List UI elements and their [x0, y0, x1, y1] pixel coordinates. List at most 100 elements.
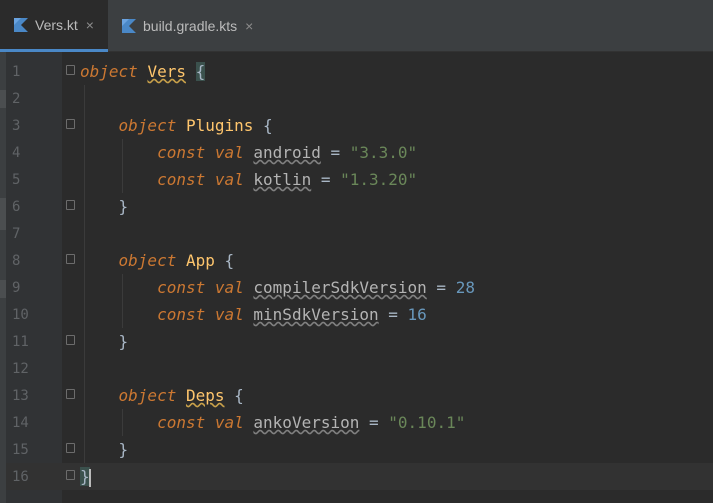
code-token: =	[426, 278, 456, 297]
code-token: App	[185, 251, 215, 270]
code-token: object	[118, 251, 177, 270]
code-token: ankoVersion	[253, 413, 360, 432]
fold-start-icon[interactable]	[66, 389, 75, 399]
code-token: const val	[157, 413, 244, 432]
code-line[interactable]: 14 const val ankoVersion = "0.10.1"	[6, 409, 713, 436]
line-number: 3	[12, 117, 21, 134]
code-line[interactable]: 5 const val kotlin = "1.3.20"	[6, 166, 713, 193]
code-line[interactable]: 13 object Deps {	[6, 382, 713, 409]
line-number: 7	[12, 225, 21, 242]
code-text: }	[80, 463, 91, 490]
indent-guide	[84, 85, 85, 463]
code-text: }	[80, 193, 129, 220]
code-token: "3.3.0"	[349, 143, 418, 162]
fold-start-icon[interactable]	[66, 119, 75, 129]
code-line[interactable]: 1 object Vers {	[6, 58, 713, 85]
fold-start-icon[interactable]	[66, 254, 75, 264]
close-tab-icon[interactable]: ×	[86, 17, 94, 33]
code-line[interactable]: 15 }	[6, 436, 713, 463]
code-token: object	[80, 62, 138, 81]
text-caret	[88, 468, 91, 487]
code-token: kotlin	[253, 170, 312, 189]
code-line[interactable]: 2	[6, 85, 713, 112]
code-token: const val	[157, 170, 244, 189]
code-token: Deps	[185, 386, 225, 405]
code-text: object Plugins {	[80, 112, 273, 139]
code-token: object	[118, 116, 177, 135]
code-text: }	[80, 436, 129, 463]
code-token: {	[214, 251, 235, 270]
code-editor[interactable]: 1 object Vers {2 3 object Plugins {4 const…	[6, 52, 713, 503]
code-line[interactable]: 4 const val android = "3.3.0"	[6, 139, 713, 166]
code-token: 16	[407, 305, 427, 324]
code-token: object	[118, 386, 177, 405]
code-token: "1.3.20"	[340, 170, 418, 189]
fold-end-icon[interactable]	[66, 335, 75, 345]
line-number: 6	[12, 198, 21, 215]
line-number: 9	[12, 279, 21, 296]
code-line[interactable]: 7	[6, 220, 713, 247]
code-line[interactable]: 9 const val compilerSdkVersion = 28	[6, 274, 713, 301]
code-line[interactable]: 3 object Plugins {	[6, 112, 713, 139]
code-text: const val kotlin = "1.3.20"	[80, 166, 417, 193]
close-tab-icon[interactable]: ×	[245, 18, 253, 34]
code-line[interactable]: 16}	[6, 463, 713, 490]
code-text: const val compilerSdkVersion = 28	[80, 274, 475, 301]
code-text: const val ankoVersion = "0.10.1"	[80, 409, 465, 436]
code-line[interactable]: 6 }	[6, 193, 713, 220]
code-token: const val	[157, 278, 244, 297]
code-line[interactable]: 12	[6, 355, 713, 382]
line-number: 11	[12, 333, 29, 350]
code-line[interactable]: 8 object App {	[6, 247, 713, 274]
code-token: }	[80, 197, 129, 216]
fold-end-icon[interactable]	[66, 200, 75, 210]
line-number: 13	[12, 387, 29, 404]
fold-start-icon[interactable]	[66, 65, 75, 75]
tab-build-gradle-kts[interactable]: build.gradle.kts ×	[108, 0, 262, 51]
code-text: object App {	[80, 247, 235, 274]
tab-label: Vers.kt	[35, 16, 78, 33]
tab-label: build.gradle.kts	[143, 17, 238, 34]
code-text: const val minSdkVersion = 16	[80, 301, 427, 328]
code-line[interactable]: 11 }	[6, 328, 713, 355]
line-number: 15	[12, 441, 29, 458]
code-token: "0.10.1"	[388, 413, 466, 432]
code-token: minSdkVersion	[253, 305, 379, 324]
tab-vers-kt[interactable]: Vers.kt ×	[0, 0, 108, 52]
line-number: 1	[12, 63, 21, 80]
code-token: =	[378, 305, 408, 324]
fold-end-icon[interactable]	[66, 443, 75, 453]
indent-guide	[122, 409, 123, 436]
code-text: const val android = "3.3.0"	[80, 139, 417, 166]
code-token: Plugins	[185, 116, 254, 135]
code-token: compilerSdkVersion	[253, 278, 427, 297]
code-text: object Vers {	[80, 58, 206, 85]
fold-end-icon[interactable]	[66, 470, 75, 480]
indent-guide	[122, 274, 123, 328]
code-line[interactable]: 10 const val minSdkVersion = 16	[6, 301, 713, 328]
code-token: Vers	[147, 62, 186, 81]
code-token: {	[195, 62, 206, 81]
code-token: =	[359, 413, 389, 432]
kotlin-file-icon	[14, 17, 28, 32]
code-token: =	[311, 170, 341, 189]
line-number: 2	[12, 90, 21, 107]
line-number: 8	[12, 252, 21, 269]
line-number: 5	[12, 171, 21, 188]
